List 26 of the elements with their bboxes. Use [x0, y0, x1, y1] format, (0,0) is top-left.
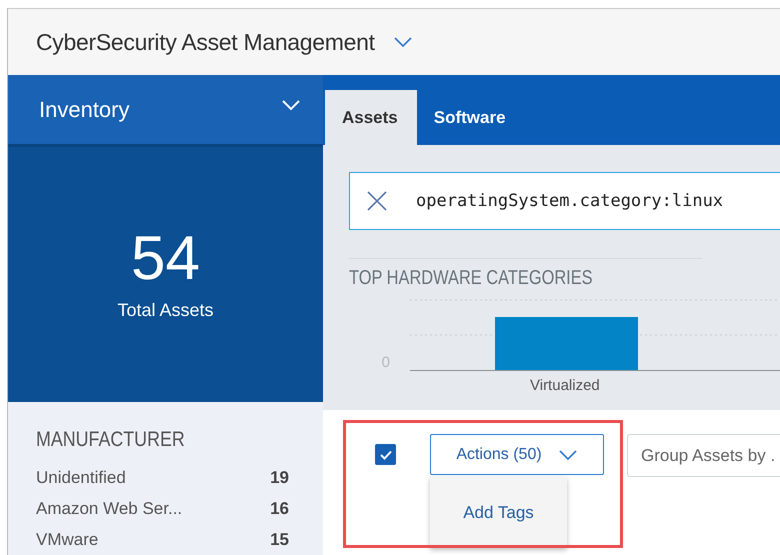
chevron-down-icon: [558, 448, 578, 460]
tab[interactable]: Assets: [325, 90, 417, 145]
total-count: 54: [131, 228, 200, 290]
actions-button[interactable]: Actions (50): [430, 434, 604, 475]
checkmark-icon: [378, 448, 392, 460]
category-label: Virtualized: [530, 377, 601, 394]
chevron-down-icon[interactable]: [392, 36, 413, 48]
facet-name[interactable]: VMware: [36, 530, 98, 550]
facet-name[interactable]: Unidentified: [36, 468, 126, 488]
facet-name[interactable]: Amazon Web Ser...: [36, 498, 182, 518]
menu-item[interactable]: Add Tags: [463, 502, 534, 522]
search-field[interactable]: operatingSystem.category:linux: [349, 172, 780, 230]
total-label: Total Assets: [117, 300, 214, 322]
sidebar-header[interactable]: Inventory: [8, 75, 323, 144]
facet-count: 19: [270, 468, 289, 488]
facet-count: 15: [270, 530, 289, 550]
close-icon[interactable]: [366, 190, 388, 212]
group-by-field[interactable]: Group Assets by .: [627, 434, 780, 477]
facet-title: MANUFACTURER: [36, 428, 186, 452]
checkbox[interactable]: [375, 444, 396, 465]
app-title: CyberSecurity Asset Management: [36, 28, 375, 56]
sidebar-title: Inventory: [39, 97, 130, 124]
chart-title: TOP HARDWARE CATEGORIES: [349, 258, 702, 290]
tab[interactable]: Software: [416, 90, 525, 145]
facet-count: 16: [270, 498, 289, 518]
search-query: operatingSystem.category:linux: [416, 191, 724, 211]
